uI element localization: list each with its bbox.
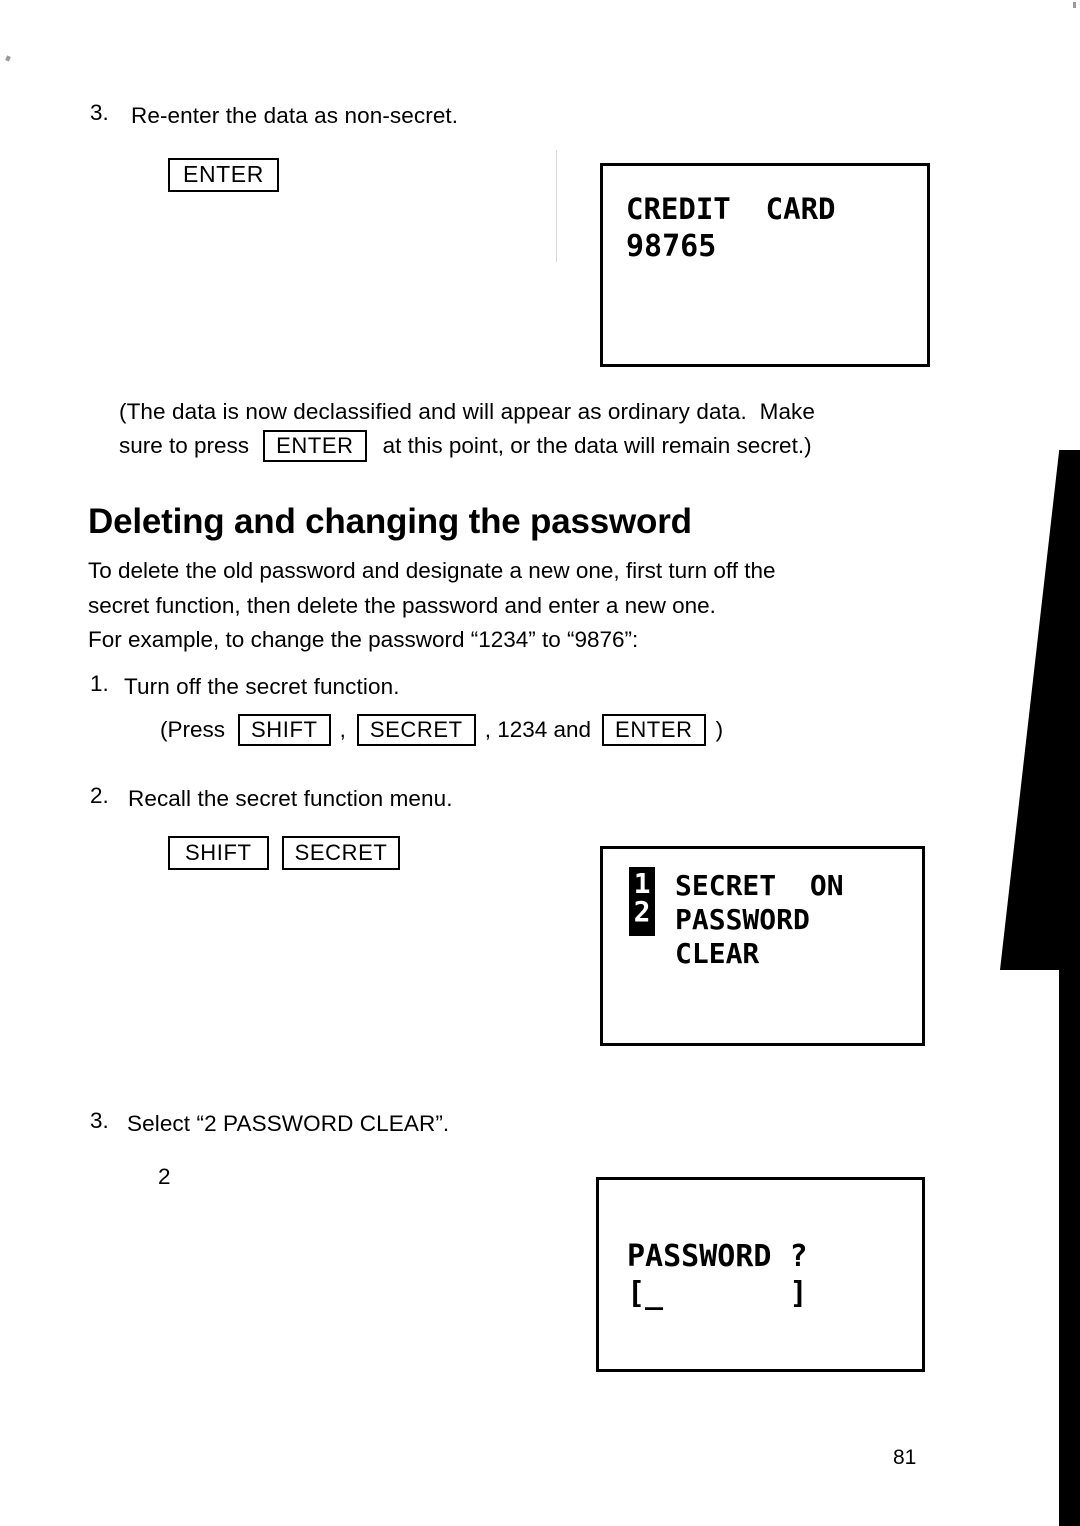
page-edge-shadow: [1000, 450, 1080, 970]
lcd1-line1: CREDIT CARD: [626, 192, 836, 226]
key-secret[interactable]: SECRET: [356, 714, 476, 746]
scan-speck: [1073, 2, 1076, 8]
key-enter[interactable]: ENTER: [263, 430, 367, 462]
lcd3-line1: PASSWORD ?: [627, 1239, 808, 1274]
press-label-close: ): [715, 717, 724, 742]
lcd-display-password-prompt: PASSWORD ? [_ ]: [596, 1177, 925, 1372]
step-3-top-text: Re-enter the data as non-secret.: [131, 103, 459, 128]
page-edge-shadow: [1059, 965, 1080, 1526]
step-marker-3: 3.: [90, 1108, 109, 1133]
step-2-text: Recall the secret function menu.: [128, 786, 453, 811]
note-line-2-before: sure to press: [119, 433, 250, 458]
note-line-2-after: at this point, or the data will remain s…: [382, 433, 812, 458]
lcd1-line2: 98765: [626, 229, 717, 264]
note-line-1: (The data is now declassified and will a…: [119, 399, 816, 424]
lcd2-line3: CLEAR: [675, 937, 760, 970]
key-enter[interactable]: ENTER: [168, 158, 279, 192]
scan-hairline: [556, 150, 557, 262]
step-marker-3-top: 3.: [90, 100, 109, 125]
step-1-text: Turn off the secret function.: [124, 674, 400, 699]
lcd2-inverse-digits[interactable]: 1 2: [629, 867, 655, 936]
note-line-2: sure to press ENTER at this point, or th…: [119, 430, 812, 462]
lcd-display-credit-card: CREDIT CARD 98765: [600, 163, 930, 367]
step-2-key-sequence: SHIFT SECRET: [168, 836, 401, 870]
step-3-text: Select “2 PASSWORD CLEAR”.: [127, 1111, 450, 1136]
lcd2-line2: PASSWORD: [675, 903, 810, 936]
key-secret[interactable]: SECRET: [281, 836, 401, 870]
scan-speck: [5, 55, 11, 62]
step-1-key-sequence: (Press SHIFT , SECRET , 1234 and ENTER ): [160, 714, 723, 746]
press-label-open: (Press: [160, 717, 226, 742]
key-shift[interactable]: SHIFT: [238, 714, 331, 746]
lcd2-line1: SECRET ON: [675, 869, 844, 902]
intro-paragraph: To delete the old password and designate…: [88, 558, 776, 652]
step-marker-2: 2.: [90, 783, 109, 808]
step-marker-1: 1.: [90, 671, 109, 696]
key-separator-and-code: , 1234 and: [484, 717, 592, 742]
lcd-display-secret-menu: 1 2 SECRET ON PASSWORD CLEAR: [600, 846, 925, 1046]
section-heading: Deleting and changing the password: [88, 502, 692, 541]
key-separator: ,: [339, 717, 346, 742]
key-enter[interactable]: ENTER: [602, 714, 706, 746]
key-shift[interactable]: SHIFT: [168, 836, 269, 870]
manual-page: 3. Re-enter the data as non-secret. ENTE…: [0, 0, 1080, 1526]
page-number: 81: [893, 1446, 917, 1469]
step-3-input-digit[interactable]: 2: [158, 1161, 171, 1193]
lcd3-line2[interactable]: [_ ]: [627, 1276, 808, 1311]
